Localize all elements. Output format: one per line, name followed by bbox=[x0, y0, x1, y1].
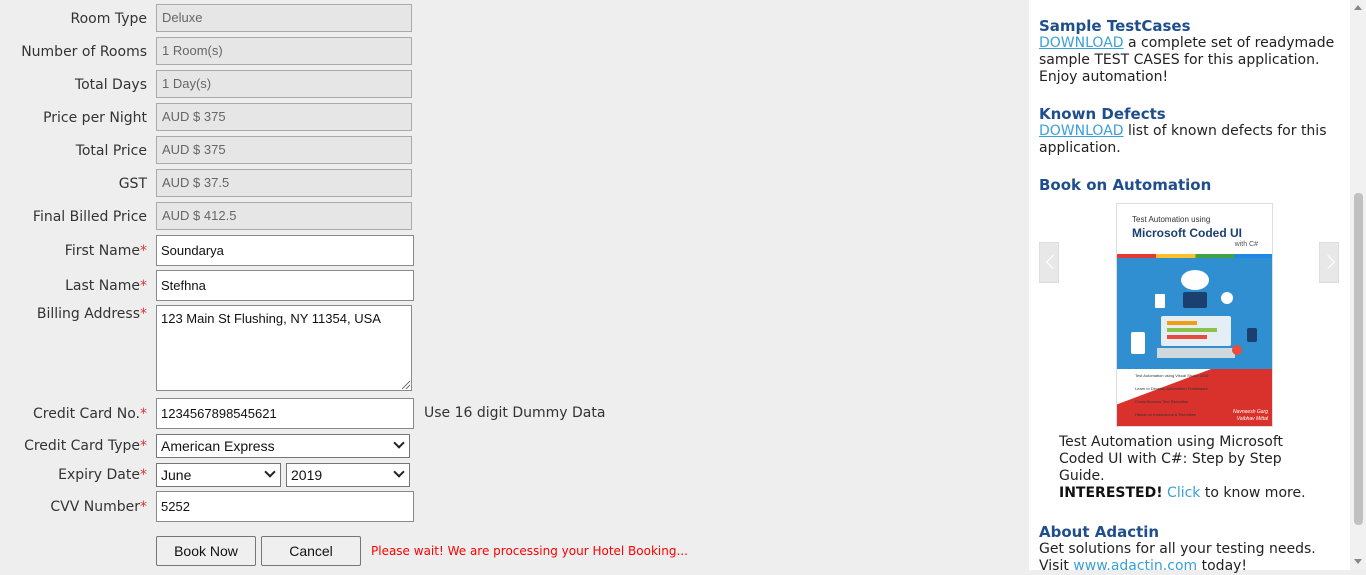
scrollbar-thumb[interactable] bbox=[1354, 193, 1363, 525]
page-scrollbar[interactable] bbox=[1350, 0, 1366, 570]
click-link[interactable]: Click bbox=[1167, 485, 1200, 501]
final-billed-price-field: AUD $ 412.5 bbox=[156, 202, 412, 230]
chevron-right-icon bbox=[1320, 254, 1336, 270]
sample-testcases-text: DOWNLOAD a complete set of readymade sam… bbox=[1039, 35, 1335, 85]
scroll-up-arrow-icon[interactable] bbox=[1354, 5, 1362, 10]
carousel-next-button[interactable] bbox=[1319, 242, 1339, 283]
price-per-night-field: AUD $ 375 bbox=[156, 103, 412, 131]
carousel-prev-button[interactable] bbox=[1039, 242, 1061, 283]
known-defects-text: DOWNLOAD list of known defects for this … bbox=[1039, 123, 1327, 156]
required-mark: * bbox=[140, 278, 147, 294]
cancel-button[interactable]: Cancel bbox=[261, 536, 361, 566]
gst-field: AUD $ 37.5 bbox=[156, 169, 412, 197]
number-of-rooms-label: Number of Rooms bbox=[21, 44, 147, 60]
gst-label: GST bbox=[118, 176, 147, 192]
cvv-number-label: CVV Number* bbox=[50, 499, 147, 515]
download-testcases-link[interactable]: DOWNLOAD bbox=[1039, 35, 1124, 51]
known-defects-heading: Known Defects bbox=[1039, 105, 1166, 123]
required-mark: * bbox=[140, 467, 147, 483]
expiry-year-select[interactable]: 2019 bbox=[286, 463, 410, 487]
billing-address-textarea[interactable]: 123 Main St Flushing, NY 11354, USA bbox=[156, 305, 412, 391]
last-name-input[interactable]: Stefhna bbox=[156, 270, 414, 301]
final-billed-price-label: Final Billed Price bbox=[32, 209, 147, 225]
chevron-down-icon bbox=[393, 437, 405, 449]
credit-card-type-select[interactable]: American Express bbox=[156, 434, 410, 458]
last-name-label: Last Name* bbox=[65, 278, 147, 294]
expiry-month-select[interactable]: June bbox=[156, 463, 281, 487]
download-defects-link[interactable]: DOWNLOAD bbox=[1039, 123, 1124, 139]
book-caption: Test Automation using Microsoft Coded UI… bbox=[1059, 434, 1306, 501]
chevron-down-icon bbox=[264, 466, 276, 478]
number-of-rooms-field: 1 Room(s) bbox=[156, 37, 412, 65]
total-price-label: Total Price bbox=[75, 143, 147, 159]
cover-authors: Navneesh Garg Vaibhav Mittal bbox=[1232, 409, 1268, 422]
billing-address-label: Billing Address* bbox=[36, 306, 147, 322]
cover-line1: Test Automation using bbox=[1132, 215, 1211, 224]
cover-sub: with C# bbox=[1234, 241, 1258, 248]
required-mark: * bbox=[140, 406, 147, 422]
cover-title: Microsoft Coded UI bbox=[1132, 226, 1242, 240]
resize-grip-icon[interactable] bbox=[402, 381, 410, 389]
room-type-label: Room Type bbox=[70, 11, 147, 27]
sample-testcases-heading: Sample TestCases bbox=[1039, 17, 1191, 35]
first-name-input[interactable]: Soundarya bbox=[156, 235, 414, 266]
chevron-left-icon bbox=[1045, 254, 1061, 270]
required-mark: * bbox=[140, 243, 147, 259]
cvv-number-input[interactable]: 5252 bbox=[156, 491, 414, 522]
credit-card-type-label: Credit Card Type* bbox=[24, 438, 147, 454]
price-per-night-label: Price per Night bbox=[43, 110, 147, 126]
room-type-field: Deluxe bbox=[156, 4, 412, 32]
required-mark: * bbox=[140, 438, 147, 454]
interested-text: INTERESTED! bbox=[1059, 485, 1163, 501]
adactin-url-link[interactable]: www.adactin.com bbox=[1073, 558, 1197, 574]
first-name-label: First Name* bbox=[64, 243, 147, 259]
total-days-field: 1 Day(s) bbox=[156, 70, 412, 98]
required-mark: * bbox=[140, 499, 147, 515]
about-heading: About Adactin bbox=[1039, 523, 1160, 541]
required-mark: * bbox=[140, 306, 147, 322]
book-heading: Book on Automation bbox=[1039, 176, 1212, 194]
scroll-down-arrow-icon[interactable] bbox=[1354, 559, 1362, 564]
expiry-date-label: Expiry Date* bbox=[58, 467, 147, 483]
billing-address-text: 123 Main St Flushing, NY 11354, USA bbox=[161, 311, 381, 326]
book-now-button[interactable]: Book Now bbox=[156, 536, 256, 566]
processing-message: Please wait! We are processing your Hote… bbox=[371, 544, 688, 558]
cover-illustration bbox=[1117, 258, 1272, 369]
total-days-label: Total Days bbox=[74, 77, 147, 93]
credit-card-no-input[interactable]: 1234567898545621 bbox=[156, 398, 414, 429]
chevron-down-icon bbox=[393, 466, 405, 478]
right-sidebar: Sample TestCases DOWNLOAD a complete set… bbox=[1029, 0, 1350, 574]
book-cover-image[interactable]: Test Automation using Microsoft Coded UI… bbox=[1116, 203, 1273, 427]
credit-card-no-label: Credit Card No.* bbox=[33, 406, 147, 422]
credit-card-hint: Use 16 digit Dummy Data bbox=[424, 405, 606, 421]
total-price-field: AUD $ 375 bbox=[156, 136, 412, 164]
